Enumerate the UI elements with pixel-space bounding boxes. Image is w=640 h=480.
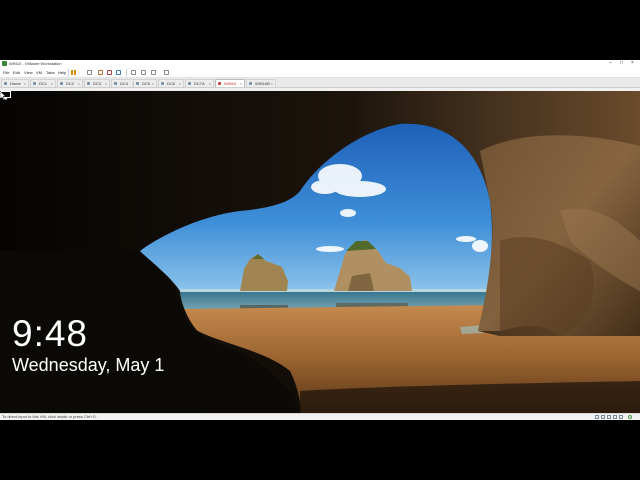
tab-label: DC6: [167, 81, 176, 86]
close-icon[interactable]: ×: [24, 80, 26, 87]
vm-icon: [136, 82, 139, 85]
vm-icon: [33, 82, 36, 85]
cd-drive-icon[interactable]: [601, 415, 605, 419]
usb-icon[interactable]: [613, 415, 617, 419]
revert-snapshot-icon[interactable]: [107, 70, 112, 75]
tab-label: DC5: [142, 81, 151, 86]
vm-icon: [60, 82, 63, 85]
vm-icon: [161, 82, 164, 85]
close-icon[interactable]: ×: [209, 80, 211, 87]
close-icon[interactable]: ×: [51, 80, 53, 87]
status-message: To direct input to this VM, click inside…: [2, 414, 97, 419]
tab-dc6[interactable]: DC6 ×: [158, 79, 184, 87]
status-bar: To direct input to this VM, click inside…: [0, 413, 640, 420]
vm-icon: [188, 82, 191, 85]
library-icon[interactable]: [131, 70, 136, 75]
snapshot-manager-icon[interactable]: [116, 70, 121, 75]
hard-disk-icon[interactable]: [595, 415, 599, 419]
toolbar-separator: [68, 69, 69, 76]
full-screen-icon[interactable]: [151, 70, 156, 75]
vm-icon: [249, 82, 252, 85]
home-icon: [4, 82, 7, 85]
vmware-window: WIN10 - VMware Workstation – □ × File Ed…: [0, 60, 640, 420]
menu-help[interactable]: Help: [58, 69, 66, 76]
tab-dc5[interactable]: DC5 ×: [133, 79, 157, 87]
minimize-button[interactable]: –: [606, 60, 615, 67]
menu-view[interactable]: View: [24, 69, 33, 76]
vmware-logo-icon: [2, 61, 7, 66]
menu-edit[interactable]: Edit: [13, 69, 20, 76]
close-icon[interactable]: ×: [240, 80, 242, 87]
tab-label: Home: [10, 81, 21, 86]
vm-icon: [218, 82, 221, 85]
tab-label: DC2: [66, 81, 75, 86]
send-ctrl-alt-del-icon[interactable]: [87, 70, 92, 75]
title-bar: WIN10 - VMware Workstation – □ ×: [0, 60, 640, 67]
sound-card-icon[interactable]: [619, 415, 623, 419]
thumbnail-icon[interactable]: [141, 70, 146, 75]
toolbar-separator: [126, 69, 127, 76]
vm-tab-bar: Home × DC1 × DC2 × DC3 × DC4 × DC5 ×: [0, 78, 640, 88]
close-icon[interactable]: ×: [271, 80, 273, 87]
tab-win10[interactable]: WIN10 ×: [215, 79, 245, 87]
menu-bar: File Edit View VM Tabs Help: [0, 67, 640, 78]
snapshot-icon[interactable]: [98, 70, 103, 75]
lockscreen-date: Wednesday, May 1: [12, 355, 165, 375]
pause-icon[interactable]: [71, 70, 76, 75]
tab-win10b[interactable]: WIN10B ×: [246, 79, 276, 87]
tab-label: WIN10B: [255, 81, 270, 86]
mouse-cursor-icon: [0, 91, 6, 100]
close-icon[interactable]: ×: [152, 80, 154, 87]
tab-home[interactable]: Home ×: [1, 79, 29, 87]
tab-dc7a[interactable]: DC7A ×: [185, 79, 214, 87]
close-icon[interactable]: ×: [179, 80, 181, 87]
vm-icon: [87, 82, 90, 85]
network-adapter-icon[interactable]: [607, 415, 611, 419]
tab-dc1[interactable]: DC1 ×: [30, 79, 56, 87]
tab-label: DC1: [39, 81, 48, 86]
tab-label: DC3: [93, 81, 102, 86]
window-title: WIN10 - VMware Workstation: [9, 61, 62, 66]
menu-tabs[interactable]: Tabs: [46, 69, 54, 76]
vm-status-icon[interactable]: [628, 415, 632, 419]
vm-icon: [114, 82, 117, 85]
lockscreen-time: 9:48: [12, 313, 89, 354]
close-button[interactable]: ×: [628, 60, 637, 67]
tab-dc2[interactable]: DC2 ×: [57, 79, 83, 87]
tab-label: DC4: [120, 81, 129, 86]
menu-vm[interactable]: VM: [36, 69, 42, 76]
menu-file[interactable]: File: [3, 69, 9, 76]
tab-label: DC7A: [194, 81, 205, 86]
tab-dc3[interactable]: DC3 ×: [84, 79, 110, 87]
unity-icon[interactable]: [164, 70, 169, 75]
tab-label: WIN10: [224, 81, 237, 86]
close-icon[interactable]: ×: [105, 80, 107, 87]
close-icon[interactable]: ×: [78, 80, 80, 87]
maximize-button[interactable]: □: [617, 60, 626, 67]
guest-display[interactable]: 9:48 Wednesday, May 1: [0, 91, 640, 413]
